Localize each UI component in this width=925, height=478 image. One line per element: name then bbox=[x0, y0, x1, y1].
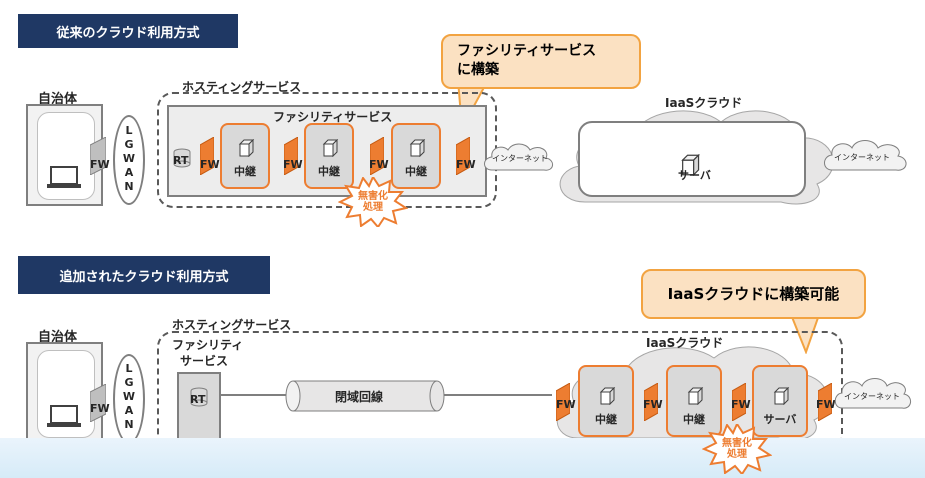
fw-label: FW bbox=[643, 398, 663, 411]
callout-line1: ファシリティサービス bbox=[457, 43, 597, 59]
fw-label: FW bbox=[283, 158, 303, 171]
relay-label: 中継 bbox=[595, 413, 617, 426]
callout-facility: ファシリティサービス に構築 bbox=[441, 34, 641, 89]
callout-text: IaaSクラウドに構築可能 bbox=[667, 284, 840, 303]
iaas-label: IaaSクラウド bbox=[665, 96, 743, 110]
fw-label: FW bbox=[731, 398, 751, 411]
invalidate-label: 無害化 処理 bbox=[722, 438, 752, 460]
server-cube-icon bbox=[238, 139, 255, 157]
lgwan-letters: LGWAN bbox=[122, 362, 136, 431]
closed-line-label: 閉域回線 bbox=[335, 390, 384, 404]
section-header-added: 追加されたクラウド利用方式 bbox=[18, 256, 270, 294]
callout-line2: に構築 bbox=[457, 62, 499, 78]
fw-label: FW bbox=[369, 158, 389, 171]
fw-label: FW bbox=[90, 158, 110, 171]
relay-label: 中継 bbox=[234, 165, 256, 178]
footer-band bbox=[0, 438, 925, 478]
internet-label: インターネット bbox=[834, 153, 890, 162]
server-cube-icon bbox=[409, 139, 426, 157]
server-cube-icon bbox=[773, 387, 790, 405]
rt-label: RT bbox=[190, 393, 206, 406]
connector-line bbox=[221, 394, 291, 396]
fw-label: FW bbox=[90, 402, 110, 415]
server-cube-icon bbox=[599, 387, 616, 405]
relay-server-1: 中継 bbox=[220, 123, 270, 189]
internet-label: インターネット bbox=[492, 154, 548, 163]
callout-iaas: IaaSクラウドに構築可能 bbox=[641, 269, 866, 319]
internet-label: インターネット bbox=[844, 392, 900, 401]
server-cube-icon bbox=[322, 139, 339, 157]
fw-label: FW bbox=[456, 158, 476, 171]
invalidate-label: 無害化 処理 bbox=[358, 191, 388, 213]
fw-label: FW bbox=[200, 158, 220, 171]
connector-line bbox=[440, 394, 552, 396]
fw-label: FW bbox=[556, 398, 576, 411]
server-label: サーバ bbox=[678, 169, 711, 182]
section-header-conventional: 従来のクラウド利用方式 bbox=[18, 14, 238, 48]
iaas-label: IaaSクラウド bbox=[646, 336, 724, 350]
laptop-icon bbox=[47, 405, 81, 427]
lgwan-letters: LGWAN bbox=[122, 124, 136, 193]
server-cube-icon bbox=[687, 387, 704, 405]
facility-label: ファシリティ サービス bbox=[172, 338, 244, 368]
laptop-icon bbox=[47, 166, 81, 188]
rt-label: RT bbox=[173, 154, 189, 167]
relay-server-1: 中継 bbox=[578, 365, 634, 437]
